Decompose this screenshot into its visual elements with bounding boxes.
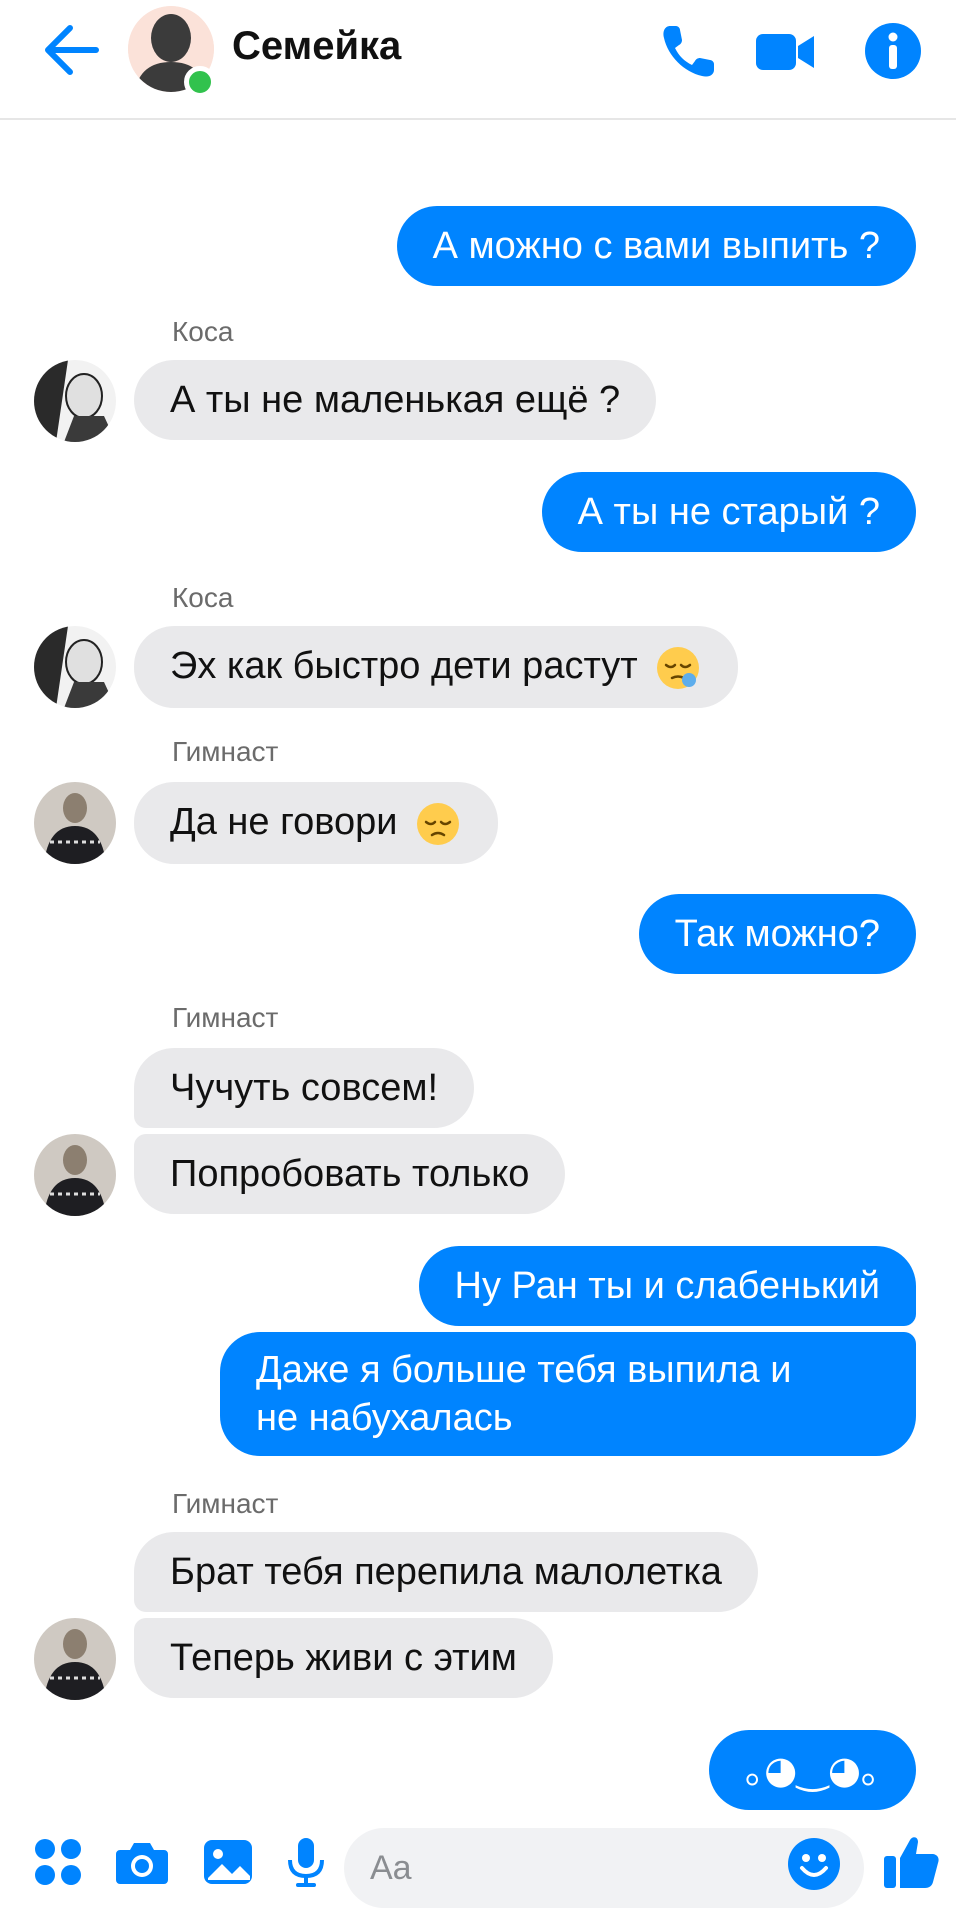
- arrow-left-icon[interactable]: [40, 22, 104, 78]
- avatar-kosa[interactable]: [34, 360, 116, 442]
- emoji-icon[interactable]: [786, 1836, 842, 1892]
- info-icon[interactable]: [860, 18, 926, 84]
- message-outgoing[interactable]: Ну Ран ты и слабенький: [418, 1246, 916, 1326]
- sender-name: Гимнаст: [172, 1488, 279, 1519]
- sender-name: Гимнаст: [172, 1002, 279, 1033]
- online-status-dot: [184, 66, 216, 98]
- message-incoming[interactable]: Да не говори: [134, 782, 499, 864]
- chat-title: Семейка: [232, 24, 402, 68]
- message-incoming[interactable]: Брат тебя перепила малолетка: [134, 1532, 758, 1612]
- message-outgoing[interactable]: Даже я больше тебя выпила и не набухалас…: [220, 1332, 916, 1456]
- pensive-face-icon: [417, 802, 460, 845]
- message-outgoing[interactable]: Так можно?: [638, 894, 916, 974]
- avatar-gimnast[interactable]: [34, 1134, 116, 1216]
- message-incoming[interactable]: Теперь живи с этим: [134, 1618, 553, 1698]
- phone-icon[interactable]: [656, 18, 722, 84]
- message-line: не набухалась: [256, 1397, 513, 1439]
- avatar-gimnast[interactable]: [34, 782, 116, 864]
- camera-icon[interactable]: [114, 1834, 170, 1890]
- message-line: Даже я больше тебя выпила и: [256, 1349, 792, 1391]
- message-incoming[interactable]: Чучуть совсем!: [134, 1048, 475, 1128]
- message-text: Эх как быстро дети растут: [170, 645, 638, 687]
- thumbs-up-icon[interactable]: [880, 1830, 942, 1892]
- chat-header: Семейка: [0, 0, 956, 120]
- sender-name: Гимнаст: [172, 736, 279, 767]
- sleepy-face-icon: [657, 646, 700, 689]
- avatar-gimnast[interactable]: [34, 1618, 116, 1700]
- sender-name: Коса: [172, 582, 234, 613]
- message-text: Да не говори: [170, 801, 398, 843]
- message-incoming[interactable]: А ты не маленькая ещё ?: [134, 360, 657, 440]
- sender-name: Коса: [172, 316, 234, 347]
- microphone-icon[interactable]: [278, 1834, 334, 1890]
- message-outgoing[interactable]: ｡◕‿◕｡: [709, 1730, 916, 1810]
- message-outgoing[interactable]: А ты не старый ?: [541, 472, 916, 552]
- composer-bar: [0, 1812, 956, 1920]
- video-camera-icon[interactable]: [752, 18, 818, 84]
- message-incoming[interactable]: Эх как быстро дети растут: [134, 626, 739, 708]
- message-outgoing[interactable]: А можно с вами выпить ?: [396, 206, 916, 286]
- gallery-icon[interactable]: [200, 1834, 256, 1890]
- message-incoming[interactable]: Попробовать только: [134, 1134, 566, 1214]
- avatar-kosa[interactable]: [34, 626, 116, 708]
- apps-icon[interactable]: [30, 1834, 86, 1890]
